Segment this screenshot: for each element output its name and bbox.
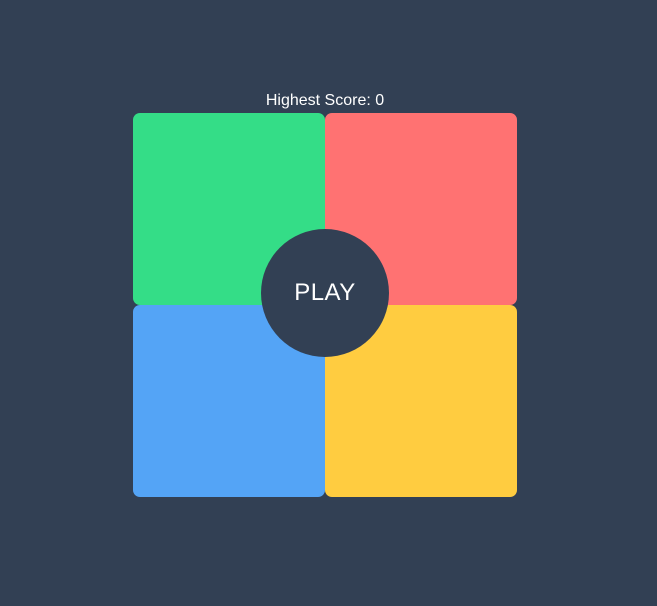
game-screen: { "colors": { "background": "#324054", "… [0,0,657,606]
play-button[interactable]: PLAY [261,229,389,357]
highest-score-label: Highest Score: 0 [265,92,385,109]
